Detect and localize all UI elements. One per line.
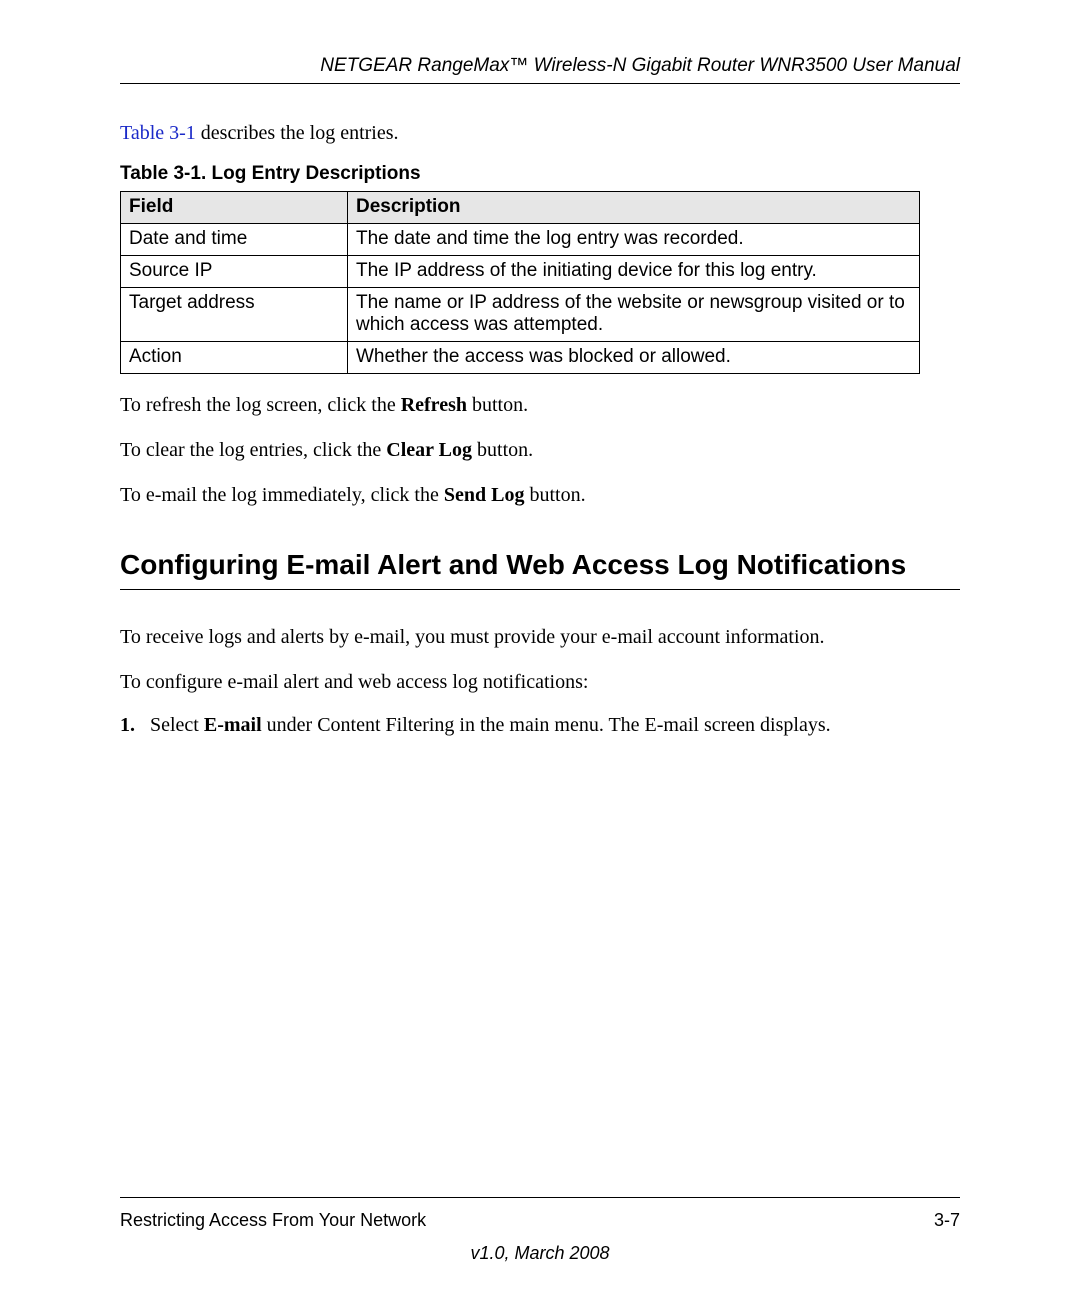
section-para2: To configure e-mail alert and web access… [120,669,960,696]
para-clear: To clear the log entries, click the Clea… [120,437,960,464]
cell-desc: Whether the access was blocked or allowe… [348,342,920,374]
bold-email: E-mail [204,714,262,736]
table-row: Target address The name or IP address of… [121,288,920,342]
para-send: To e-mail the log immediately, click the… [120,482,960,509]
step-text: Select E-mail under Content Filtering in… [150,714,831,737]
cell-field: Target address [121,288,348,342]
section-para1: To receive logs and alerts by e-mail, yo… [120,624,960,651]
bold-send-log: Send Log [444,484,525,506]
th-field: Field [121,192,348,224]
log-entry-table: Field Description Date and time The date… [120,191,920,374]
footer-left: Restricting Access From Your Network [120,1210,426,1231]
table-reference-link[interactable]: Table 3-1 [120,122,196,144]
cell-desc: The date and time the log entry was reco… [348,224,920,256]
cell-field: Action [121,342,348,374]
step-1: 1. Select E-mail under Content Filtering… [120,714,960,737]
cell-desc: The name or IP address of the website or… [348,288,920,342]
intro-line: Table 3-1 describes the log entries. [120,122,960,145]
cell-field: Date and time [121,224,348,256]
table-caption: Table 3-1. Log Entry Descriptions [120,163,960,185]
bold-refresh: Refresh [401,394,467,416]
cell-field: Source IP [121,256,348,288]
footer-page-number: 3-7 [934,1210,960,1231]
th-description: Description [348,192,920,224]
section-heading: Configuring E-mail Alert and Web Access … [120,549,960,590]
table-row: Source IP The IP address of the initiati… [121,256,920,288]
page: NETGEAR RangeMax™ Wireless-N Gigabit Rou… [0,0,1080,1296]
table-row: Date and time The date and time the log … [121,224,920,256]
para-refresh: To refresh the log screen, click the Ref… [120,392,960,419]
intro-rest: describes the log entries. [196,122,399,144]
cell-desc: The IP address of the initiating device … [348,256,920,288]
table-header-row: Field Description [121,192,920,224]
step-number: 1. [120,714,150,737]
running-header: NETGEAR RangeMax™ Wireless-N Gigabit Rou… [120,55,960,84]
page-footer: Restricting Access From Your Network 3-7 [120,1197,960,1231]
footer-version: v1.0, March 2008 [0,1243,1080,1264]
table-row: Action Whether the access was blocked or… [121,342,920,374]
bold-clear-log: Clear Log [386,439,472,461]
